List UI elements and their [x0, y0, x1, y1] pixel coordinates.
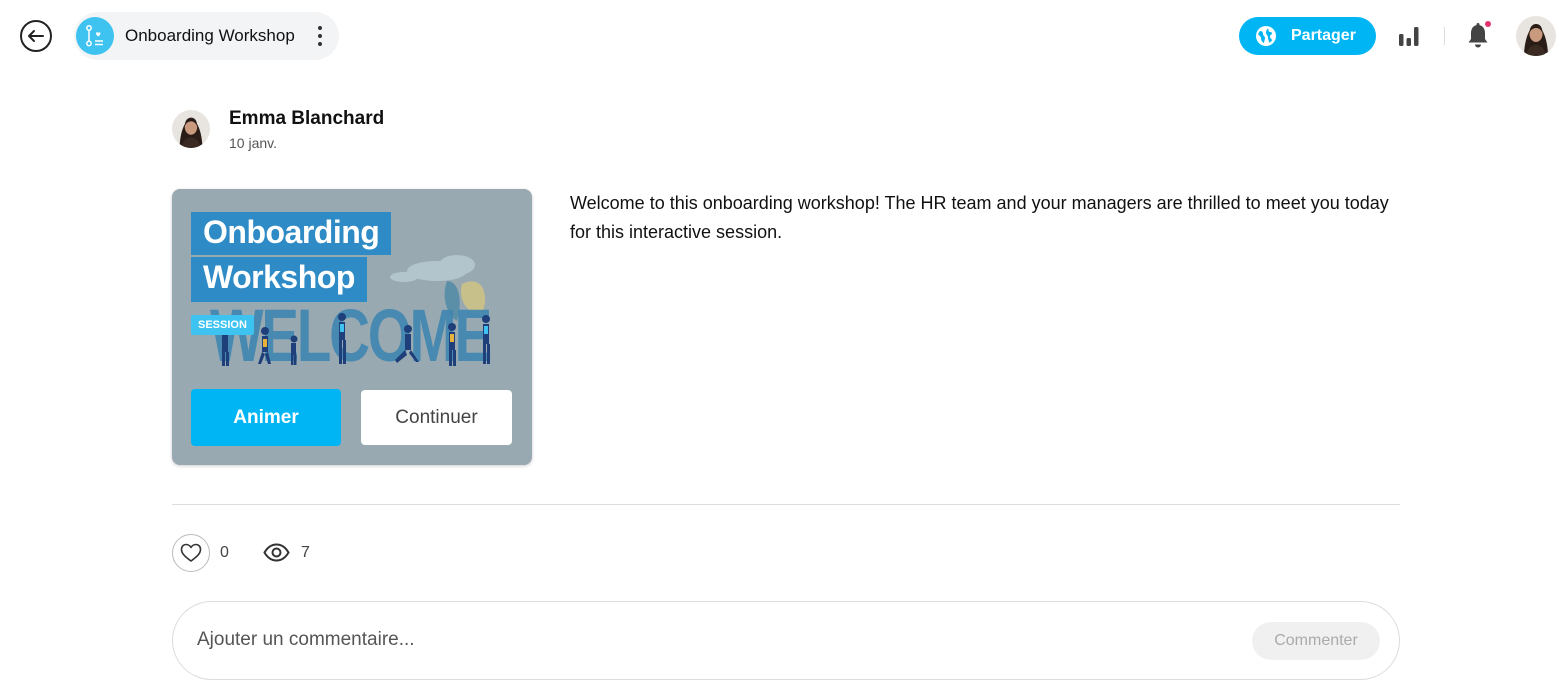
animer-button[interactable]: Animer — [191, 389, 341, 446]
share-button[interactable]: Partager — [1239, 17, 1376, 55]
welcome-art-text: WELCOME — [210, 294, 490, 377]
workshop-card[interactable]: WELCOME Onboarding Workshop SESSION Anim… — [172, 189, 532, 465]
notification-dot — [1485, 21, 1491, 27]
like-count: 0 — [220, 544, 229, 561]
workshop-title-chip[interactable]: Onboarding Workshop — [74, 12, 339, 60]
user-avatar[interactable] — [1516, 16, 1556, 56]
bell-icon[interactable] — [1465, 20, 1491, 50]
more-vertical-icon[interactable] — [317, 26, 323, 46]
bar-chart-icon[interactable] — [1398, 24, 1420, 48]
comment-submit-button[interactable]: Commenter — [1252, 622, 1380, 660]
page-title: Onboarding Workshop — [125, 26, 295, 45]
view-count: 7 — [301, 544, 310, 561]
globe-icon — [1256, 26, 1276, 46]
card-title-line1: Onboarding — [191, 212, 392, 255]
like-button[interactable] — [172, 534, 210, 572]
card-title-line2: Workshop — [191, 257, 367, 302]
continuer-button[interactable]: Continuer — [361, 390, 512, 445]
author-name[interactable]: Emma Blanchard — [229, 108, 384, 130]
post-description: Welcome to this onboarding workshop! The… — [570, 193, 1389, 242]
comment-box: Commenter — [172, 601, 1400, 680]
divider — [172, 504, 1400, 505]
eye-icon — [263, 543, 290, 562]
share-label: Partager — [1291, 27, 1356, 44]
back-arrow-icon — [28, 30, 44, 42]
workshop-icon — [76, 17, 114, 55]
heart-icon — [180, 543, 202, 562]
toolbar-divider — [1444, 27, 1445, 45]
author-avatar[interactable] — [172, 110, 210, 148]
comment-input[interactable] — [197, 629, 1197, 651]
back-button[interactable] — [20, 20, 52, 52]
session-badge: SESSION — [191, 315, 254, 335]
post-date: 10 janv. — [229, 135, 277, 151]
